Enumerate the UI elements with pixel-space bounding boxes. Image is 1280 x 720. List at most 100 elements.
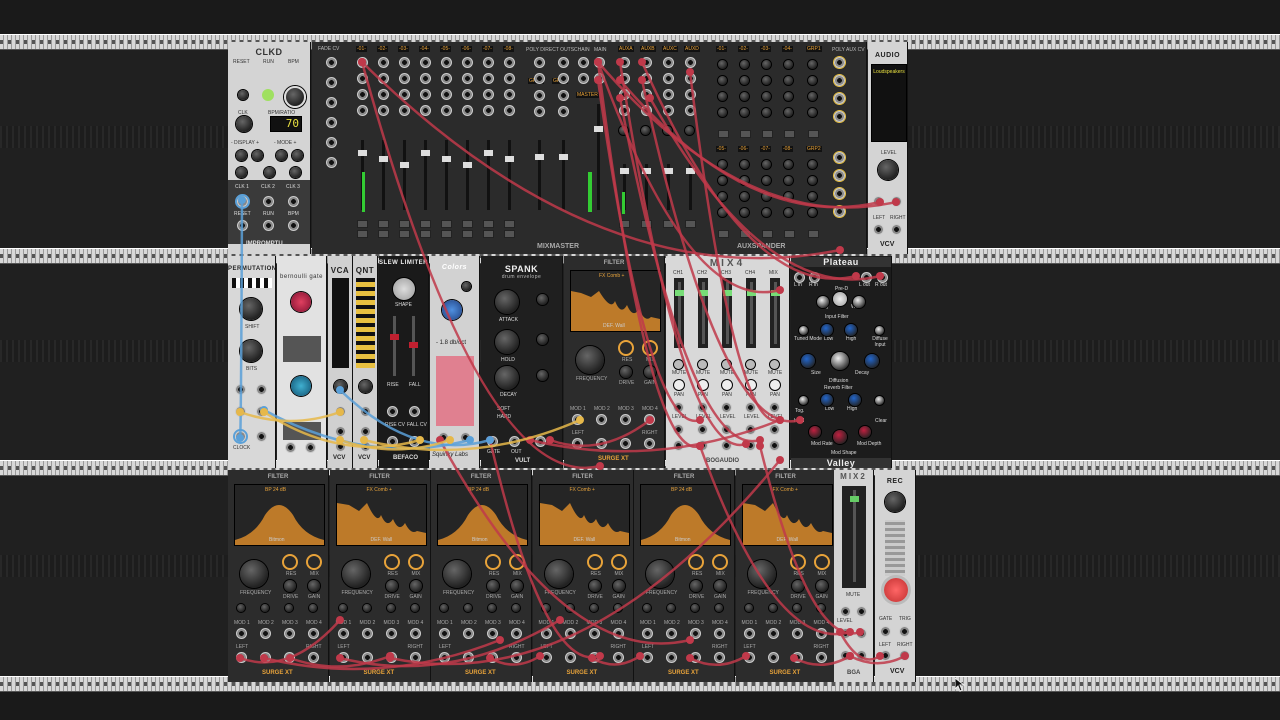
filter-audio-jack[interactable] (236, 652, 247, 663)
spank-extra-jack[interactable] (535, 436, 546, 447)
poly-aux-cv-jack-2[interactable] (834, 188, 845, 199)
colors-jack-2[interactable] (460, 432, 471, 443)
mm-mute-button[interactable] (357, 220, 368, 228)
filter-mod-knob[interactable] (816, 604, 825, 612)
mm-ch-in-jack[interactable] (483, 57, 494, 68)
aux-ch-mute[interactable] (718, 130, 729, 138)
mm-main-jack[interactable] (578, 57, 589, 68)
filter-mod-jack[interactable] (690, 628, 701, 639)
aux-jack[interactable] (619, 105, 630, 116)
mix4-fader[interactable] (771, 282, 780, 344)
mm-ch-in-jack[interactable] (378, 73, 389, 84)
filter-frequency-knob[interactable] (646, 560, 674, 588)
filter-mix-knob[interactable] (509, 554, 525, 570)
mm-solo-button[interactable] (357, 230, 368, 238)
mm-mute-button[interactable] (420, 220, 431, 228)
mm-channel-fader[interactable] (400, 140, 409, 210)
mix4-fader-cap[interactable] (675, 290, 684, 296)
filter-mod-jack[interactable] (236, 628, 247, 639)
plateau-knob[interactable] (831, 352, 849, 370)
filter-mod-jack[interactable] (714, 628, 725, 639)
filter-mod-jack[interactable] (260, 628, 271, 639)
aux-ch-mute[interactable] (718, 230, 729, 238)
rec-in-left-jack[interactable] (880, 650, 891, 661)
mm-ch-in-jack[interactable] (441, 89, 452, 100)
mm-grp-jack[interactable] (534, 73, 545, 84)
mix4-pan-knob[interactable] (698, 380, 708, 390)
rec-level-knob[interactable] (885, 492, 905, 512)
filter-main-in-right-jack[interactable] (596, 438, 607, 449)
filter-mod-knob[interactable] (715, 604, 723, 612)
clk1-out-jack[interactable] (237, 196, 248, 207)
filter-mod-jack[interactable] (308, 628, 319, 639)
aux-ch-mute[interactable] (762, 230, 773, 238)
filter-main-mix-knob[interactable] (642, 340, 658, 356)
mm-solo-button[interactable] (504, 230, 515, 238)
filter-mod-knob[interactable] (237, 604, 245, 612)
filter-audio-jack[interactable] (308, 652, 319, 663)
mix4-jack[interactable] (769, 402, 780, 413)
decay-knob[interactable] (495, 366, 519, 390)
vca-jack-2[interactable] (335, 426, 346, 437)
aux-ch-mute[interactable] (784, 130, 795, 138)
mode-knob-2[interactable] (292, 150, 303, 161)
qnt-jack-1[interactable] (360, 406, 371, 417)
filter-mod-jack[interactable] (284, 628, 295, 639)
filter-audio-jack[interactable] (540, 652, 552, 663)
filter-audio-jack[interactable] (612, 652, 624, 663)
fall-slider[interactable] (409, 316, 418, 376)
filter-audio-jack[interactable] (714, 652, 725, 663)
filter-mix-knob[interactable] (813, 554, 830, 570)
aux-send-knob[interactable] (808, 108, 817, 117)
filter-res-knob[interactable] (586, 554, 603, 570)
aux-send-knob[interactable] (740, 92, 749, 101)
clk-knob[interactable] (236, 116, 252, 132)
filter-audio-jack[interactable] (361, 652, 373, 663)
aux-knob[interactable] (663, 126, 672, 135)
aux-send-knob[interactable] (762, 176, 771, 185)
mm-solo-button[interactable] (420, 230, 431, 238)
reset-button[interactable] (238, 90, 248, 100)
aux-jack[interactable] (619, 57, 630, 68)
mix2-jack-4[interactable] (856, 628, 867, 639)
audio-out-right-jack[interactable] (891, 224, 902, 235)
mm-ch-in-jack[interactable] (399, 105, 410, 116)
plateau-knob[interactable] (809, 426, 821, 438)
mix4-fader[interactable] (747, 282, 756, 344)
filter-mod-knob[interactable] (667, 604, 675, 612)
aux-jack[interactable] (641, 105, 652, 116)
clock-in-jack[interactable] (235, 431, 246, 442)
filter-audio-jack[interactable] (385, 652, 397, 663)
plateau-knob[interactable] (875, 396, 884, 405)
perm-jack-3[interactable] (235, 406, 246, 417)
mm-channel-fader[interactable] (379, 140, 388, 210)
filter-mod-jack[interactable] (439, 628, 450, 639)
aux-send-knob[interactable] (740, 208, 749, 217)
mix4-fader-cap[interactable] (699, 290, 708, 296)
aux-send-knob[interactable] (784, 92, 793, 101)
poly-aux-cv-jack[interactable] (834, 93, 845, 104)
audio-in-2-jack[interactable] (891, 196, 902, 207)
clk3-out-jack[interactable] (288, 196, 299, 207)
filter-mod-knob[interactable] (643, 604, 651, 612)
plateau-knob[interactable] (821, 324, 833, 336)
filter-audio-jack[interactable] (337, 652, 349, 663)
filter-drive-knob[interactable] (385, 580, 398, 592)
mm-ch-in-jack[interactable] (504, 89, 515, 100)
mm-ch-in-jack[interactable] (420, 73, 431, 84)
mm-fader-cap[interactable] (664, 168, 673, 174)
spank-mod-1[interactable] (537, 294, 548, 305)
filter-mod-jack[interactable] (666, 628, 677, 639)
perm-jack-4[interactable] (256, 406, 267, 417)
aux-jack[interactable] (619, 89, 630, 100)
mm-fader-cap[interactable] (594, 126, 603, 132)
filter-drive-knob[interactable] (284, 580, 296, 592)
filter-mix-knob[interactable] (712, 554, 728, 570)
bernoulli-jack-1[interactable] (285, 442, 296, 453)
display-knob-2[interactable] (252, 150, 263, 161)
perm-jack-2[interactable] (256, 384, 267, 395)
clk-ratio-knob-3[interactable] (290, 167, 301, 178)
aux-send-knob[interactable] (740, 108, 749, 117)
aux-send-knob[interactable] (784, 60, 793, 69)
filter-res-knob[interactable] (688, 554, 704, 570)
